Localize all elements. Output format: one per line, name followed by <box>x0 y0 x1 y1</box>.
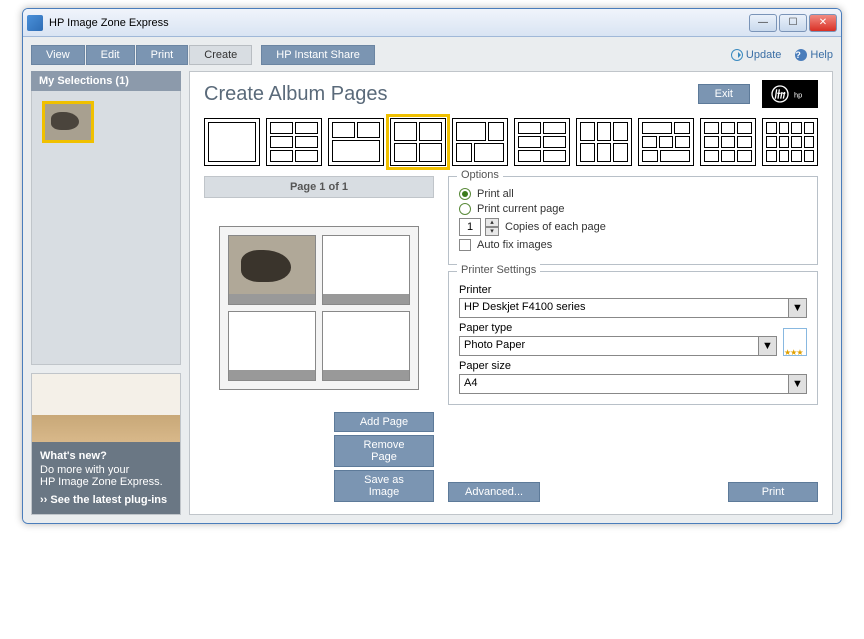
remove-page-button[interactable]: Remove Page <box>334 435 434 467</box>
promo-text: What's new? Do more with your HP Image Z… <box>32 442 180 514</box>
app-window: HP Image Zone Express — ☐ ✕ View Edit Pr… <box>22 8 842 524</box>
template-2[interactable] <box>266 118 322 166</box>
app-body: View Edit Print Create HP Instant Share … <box>23 37 841 523</box>
tab-create[interactable]: Create <box>189 45 252 65</box>
template-6[interactable] <box>514 118 570 166</box>
template-strip <box>190 112 832 176</box>
tab-print[interactable]: Print <box>136 45 189 65</box>
printer-select[interactable]: HP Deskjet F4100 series ▼ <box>459 298 807 318</box>
template-8[interactable] <box>638 118 694 166</box>
promo-panel: What's new? Do more with your HP Image Z… <box>31 373 181 515</box>
options-legend: Options <box>457 169 503 181</box>
print-current-row[interactable]: Print current page <box>459 203 807 215</box>
help-icon: ? <box>795 49 807 61</box>
svg-text:hp: hp <box>794 90 802 99</box>
template-9[interactable] <box>700 118 756 166</box>
update-icon <box>731 49 743 61</box>
tab-edit[interactable]: Edit <box>86 45 135 65</box>
settings-column: Options Print all Print current page <box>448 176 818 502</box>
printer-label: Printer <box>459 284 807 296</box>
close-button[interactable]: ✕ <box>809 14 837 32</box>
help-link[interactable]: ?Help <box>795 49 833 61</box>
template-1[interactable] <box>204 118 260 166</box>
advanced-button[interactable]: Advanced... <box>448 482 540 502</box>
preview-column: Page 1 of 1 <box>204 176 434 502</box>
promo-title: What's new? <box>40 450 172 462</box>
content: My Selections (1) What's new? Do more wi… <box>31 71 833 515</box>
sidebar: My Selections (1) What's new? Do more wi… <box>31 71 181 515</box>
paper-quality-icon <box>783 328 807 356</box>
chevron-down-icon: ▼ <box>758 337 776 355</box>
paper-type-label: Paper type <box>459 322 777 334</box>
copies-input[interactable] <box>459 218 481 236</box>
menubar: View Edit Print Create HP Instant Share … <box>31 45 833 65</box>
maximize-button[interactable]: ☐ <box>779 14 807 32</box>
printer-legend: Printer Settings <box>457 264 540 276</box>
preview-slot-2[interactable] <box>322 235 410 305</box>
copies-row: ▴▾ Copies of each page <box>459 218 807 236</box>
autofix-row[interactable]: Auto fix images <box>459 239 807 251</box>
autofix-checkbox[interactable] <box>459 239 471 251</box>
footer-buttons: Advanced... Print <box>448 474 818 502</box>
promo-link[interactable]: ›› See the latest plug-ins <box>40 494 172 506</box>
page-buttons: Add Page Remove Page Save as Image <box>204 412 434 502</box>
template-4[interactable] <box>390 118 446 166</box>
radio-print-current[interactable] <box>459 203 471 215</box>
print-button[interactable]: Print <box>728 482 818 502</box>
paper-size-label: Paper size <box>459 360 807 372</box>
page-title: Create Album Pages <box>204 83 698 106</box>
exit-button[interactable]: Exit <box>698 84 750 104</box>
page-preview[interactable] <box>219 226 419 390</box>
preview-slot-4[interactable] <box>322 311 410 381</box>
template-10[interactable] <box>762 118 818 166</box>
radio-print-all[interactable] <box>459 188 471 200</box>
print-all-row[interactable]: Print all <box>459 188 807 200</box>
printer-fieldset: Printer Settings Printer HP Deskjet F410… <box>448 271 818 405</box>
paper-type-select[interactable]: Photo Paper ▼ <box>459 336 777 356</box>
tab-view[interactable]: View <box>31 45 85 65</box>
sidebar-body <box>31 91 181 365</box>
copies-up[interactable]: ▴ <box>485 218 499 227</box>
sidebar-header: My Selections (1) <box>31 71 181 91</box>
main-header: Create Album Pages Exit hp <box>190 72 832 112</box>
chevron-down-icon: ▼ <box>788 299 806 317</box>
main-panel: Create Album Pages Exit hp <box>189 71 833 515</box>
app-icon <box>27 15 43 31</box>
options-fieldset: Options Print all Print current page <box>448 176 818 265</box>
selection-thumbnail[interactable] <box>42 101 94 143</box>
titlebar[interactable]: HP Image Zone Express — ☐ ✕ <box>23 9 841 37</box>
page-indicator: Page 1 of 1 <box>204 176 434 198</box>
lower-area: Page 1 of 1 <box>190 176 832 514</box>
tab-instant-share[interactable]: HP Instant Share <box>261 45 375 65</box>
template-7[interactable] <box>576 118 632 166</box>
preview-slot-3[interactable] <box>228 311 316 381</box>
paper-size-select[interactable]: A4 ▼ <box>459 374 807 394</box>
preview-slot-1[interactable] <box>228 235 316 305</box>
template-5[interactable] <box>452 118 508 166</box>
template-3[interactable] <box>328 118 384 166</box>
chevron-down-icon: ▼ <box>788 375 806 393</box>
minimize-button[interactable]: — <box>749 14 777 32</box>
add-page-button[interactable]: Add Page <box>334 412 434 432</box>
copies-spinner[interactable]: ▴▾ <box>459 218 499 236</box>
save-image-button[interactable]: Save as Image <box>334 470 434 502</box>
update-link[interactable]: Update <box>731 49 781 61</box>
promo-image <box>32 374 180 442</box>
window-controls: — ☐ ✕ <box>749 14 837 32</box>
copies-down[interactable]: ▾ <box>485 227 499 236</box>
hp-logo: hp <box>762 80 818 108</box>
window-title: HP Image Zone Express <box>49 17 749 29</box>
